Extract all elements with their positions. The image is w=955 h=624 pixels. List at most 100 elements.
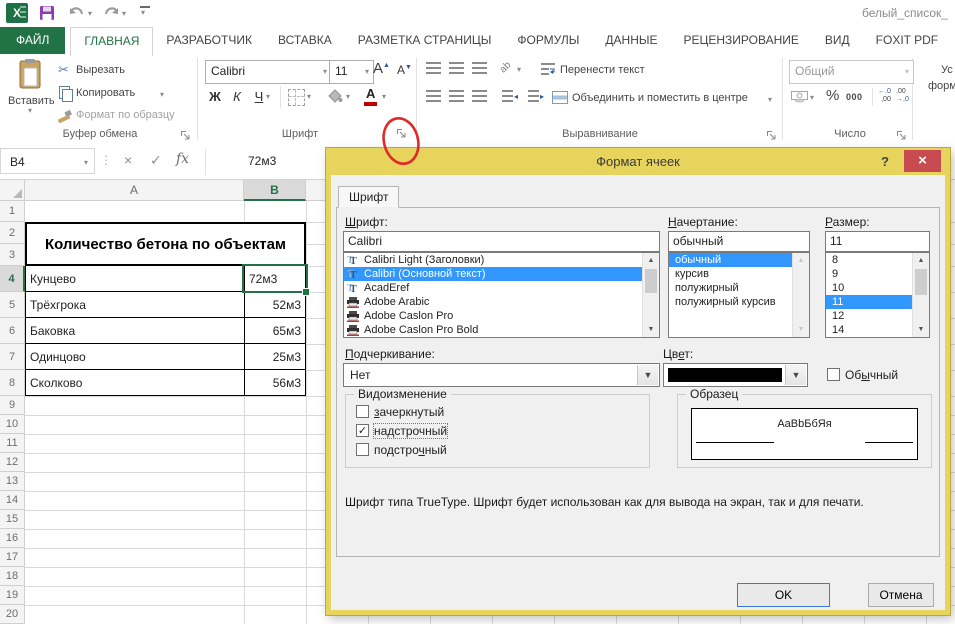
- align-top-icon[interactable]: [426, 62, 441, 74]
- column-header-b[interactable]: B: [244, 180, 306, 201]
- cell-object-name[interactable]: Кунцево: [26, 266, 245, 291]
- enter-entry-icon[interactable]: ✓: [150, 152, 162, 169]
- conditional-format-label-line1[interactable]: Ус: [941, 64, 953, 76]
- row-header-7[interactable]: 7: [0, 344, 25, 370]
- percent-style-button[interactable]: %: [826, 87, 839, 104]
- dialog-help-button[interactable]: ?: [874, 148, 896, 175]
- bold-button[interactable]: Ж: [206, 86, 224, 108]
- font-listbox[interactable]: TTCalibri Light (Заголовки)TTCalibri (Ос…: [343, 252, 660, 338]
- underline-dropdown[interactable]: Нет ▼: [343, 363, 660, 387]
- list-item[interactable]: полужирный: [669, 281, 793, 295]
- row-header-20[interactable]: 20: [0, 605, 25, 624]
- row-header-10[interactable]: 10: [0, 415, 25, 434]
- cancel-button[interactable]: Отмена: [868, 583, 934, 607]
- dropdown-arrow-icon[interactable]: ▼: [637, 365, 658, 385]
- row-header-2[interactable]: 2: [0, 222, 25, 244]
- cancel-entry-icon[interactable]: ×: [124, 152, 132, 168]
- scrollbar-thumb[interactable]: [915, 269, 927, 295]
- align-left-icon[interactable]: [426, 90, 441, 102]
- subscript-label[interactable]: подстрочный: [374, 443, 447, 457]
- list-item[interactable]: 8: [826, 253, 913, 267]
- size-list-scrollbar[interactable]: ▲ ▼: [912, 253, 929, 337]
- list-item[interactable]: 12: [826, 309, 913, 323]
- cut-icon[interactable]: ✂: [58, 62, 69, 78]
- row-header-4[interactable]: 4: [0, 266, 25, 292]
- orientation-icon[interactable]: ab: [498, 60, 514, 76]
- align-center-icon[interactable]: [449, 90, 464, 102]
- scroll-down-icon[interactable]: ▼: [643, 322, 659, 337]
- fill-handle[interactable]: [302, 288, 310, 296]
- namebox-separator[interactable]: ⋮: [100, 153, 112, 167]
- row-header-13[interactable]: 13: [0, 472, 25, 491]
- list-item[interactable]: 11: [826, 295, 913, 309]
- align-right-icon[interactable]: [472, 90, 487, 102]
- list-item[interactable]: TTCalibri Light (Заголовки): [344, 253, 643, 267]
- redo-icon[interactable]: [103, 6, 120, 20]
- undo-dropdown-icon[interactable]: ▾: [88, 10, 92, 18]
- undo-icon[interactable]: [68, 6, 85, 20]
- wrap-text-label[interactable]: Перенести текст: [560, 64, 645, 76]
- tab-font[interactable]: Шрифт: [338, 186, 399, 208]
- tab-файл[interactable]: ФАЙЛ: [0, 27, 65, 54]
- decrease-indent-icon[interactable]: [502, 90, 513, 102]
- list-item[interactable]: TTAcadEref: [344, 281, 643, 295]
- list-item[interactable]: обычный: [669, 253, 793, 267]
- tab-разметка-страницы[interactable]: РАЗМЕТКА СТРАНИЦЫ: [345, 27, 505, 54]
- normal-font-label[interactable]: Обычный: [845, 368, 898, 382]
- row-header-1[interactable]: 1: [0, 201, 25, 222]
- font-size-combo[interactable]: 11 ▾: [329, 60, 374, 84]
- number-dialog-launcher-icon[interactable]: [896, 130, 907, 141]
- list-item[interactable]: 14: [826, 323, 913, 337]
- dialog-close-button[interactable]: ×: [904, 150, 941, 172]
- cell-object-name[interactable]: Сколково: [26, 370, 245, 395]
- superscript-checkbox[interactable]: ✓: [356, 424, 369, 437]
- insert-function-icon[interactable]: fx: [176, 151, 189, 167]
- style-listbox[interactable]: обычныйкурсивполужирныйполужирный курсив…: [668, 252, 810, 338]
- borders-caret-icon[interactable]: ▾: [307, 93, 311, 101]
- tab-вид[interactable]: ВИД: [812, 27, 863, 54]
- tab-рецензирование[interactable]: РЕЦЕНЗИРОВАНИЕ: [671, 27, 812, 54]
- merge-center-label[interactable]: Объединить и поместить в центре: [572, 92, 748, 104]
- grow-font-button[interactable]: А▲: [373, 60, 390, 77]
- list-item[interactable]: TTCalibri (Основной текст): [344, 267, 643, 281]
- row-header-19[interactable]: 19: [0, 586, 25, 605]
- customize-qat-caret-icon[interactable]: ▾: [141, 9, 145, 17]
- scroll-up-icon[interactable]: ▲: [643, 253, 659, 268]
- increase-decimal-button[interactable]: ←.0,00: [878, 88, 891, 104]
- underline-caret-icon[interactable]: ▾: [266, 93, 270, 101]
- row-header-6[interactable]: 6: [0, 318, 25, 344]
- list-item[interactable]: полужирный курсив: [669, 295, 793, 309]
- borders-button-icon[interactable]: [288, 89, 305, 106]
- table-row[interactable]: Одинцово25м3: [25, 344, 306, 370]
- comma-style-button[interactable]: 000: [846, 92, 863, 102]
- style-list-scrollbar[interactable]: ▲ ▼: [792, 253, 809, 337]
- table-row[interactable]: Баковка65м3: [25, 318, 306, 344]
- tab-главная[interactable]: ГЛАВНАЯ: [70, 27, 153, 56]
- fill-color-caret-icon[interactable]: ▾: [346, 93, 350, 101]
- italic-button[interactable]: К: [228, 86, 246, 108]
- ok-button[interactable]: OK: [737, 583, 830, 607]
- cell-volume-value[interactable]: 52м3: [245, 292, 305, 317]
- color-dropdown[interactable]: ▼: [663, 363, 808, 387]
- font-dialog-launcher-icon[interactable]: [396, 128, 407, 139]
- copy-label[interactable]: Копировать: [76, 87, 135, 99]
- row-header-11[interactable]: 11: [0, 434, 25, 453]
- scroll-up-icon[interactable]: ▲: [913, 253, 929, 268]
- row-header-5[interactable]: 5: [0, 292, 25, 318]
- tab-разработчик[interactable]: РАЗРАБОТЧИК: [153, 27, 265, 54]
- cut-label[interactable]: Вырезать: [76, 64, 125, 76]
- font-style-input[interactable]: обычный: [668, 231, 810, 252]
- font-family-combo[interactable]: Calibri ▾: [205, 60, 332, 84]
- scroll-down-icon[interactable]: ▼: [913, 322, 929, 337]
- normal-font-checkbox[interactable]: [827, 368, 840, 381]
- column-header-a[interactable]: A: [25, 180, 244, 201]
- align-bottom-icon[interactable]: [472, 62, 487, 74]
- merge-center-icon[interactable]: [552, 91, 568, 104]
- cell-object-name[interactable]: Баковка: [26, 318, 245, 343]
- scrollbar-thumb[interactable]: [645, 269, 657, 293]
- conditional-format-label-line2[interactable]: форма: [928, 80, 955, 92]
- list-item[interactable]: Adobe Caslon Pro: [344, 309, 643, 323]
- orientation-caret-icon[interactable]: ▾: [517, 66, 521, 74]
- row-header-15[interactable]: 15: [0, 510, 25, 529]
- size-listbox[interactable]: 8910111214 ▲ ▼: [825, 252, 930, 338]
